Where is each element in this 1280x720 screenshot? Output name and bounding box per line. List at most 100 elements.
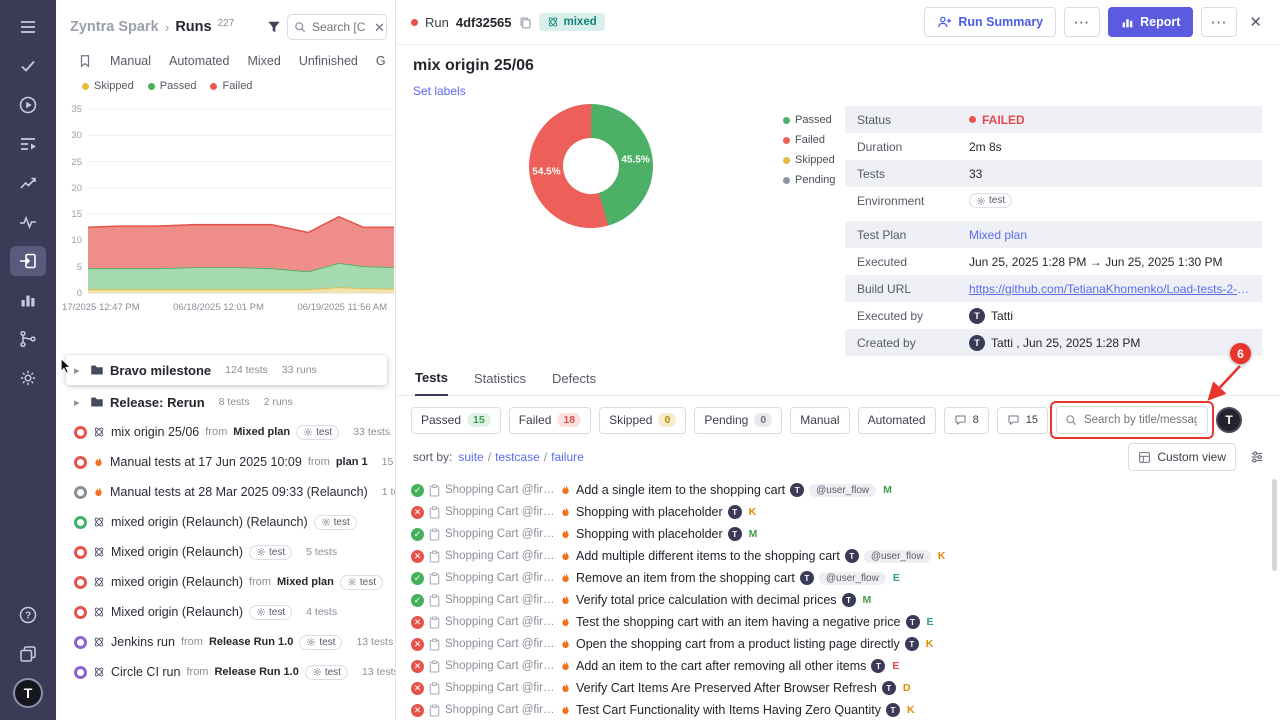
sidebar-search-input[interactable] xyxy=(310,19,370,35)
donut-legend: PassedFailedSkippedPending xyxy=(783,114,835,186)
tests-search-input[interactable] xyxy=(1082,413,1199,427)
sidebar-search[interactable]: ✕ xyxy=(287,14,387,40)
build-url-link[interactable]: https://github.com/TetianaKhomenko/Load-… xyxy=(969,282,1250,296)
filter-chip-pending[interactable]: Pending0 xyxy=(694,407,782,434)
test-row[interactable]: ✕Shopping Cart @first...Shopping with pl… xyxy=(397,501,1280,523)
tree-run-row[interactable]: Manual tests at 17 Jun 2025 10:09frompla… xyxy=(56,447,395,477)
more-options-button[interactable]: ··· xyxy=(1201,7,1237,37)
folder-name: Bravo milestone xyxy=(110,363,211,378)
comments-filter-chip[interactable]: 15 xyxy=(997,407,1048,434)
play-icon[interactable] xyxy=(10,90,46,120)
filter-funnel-icon[interactable] xyxy=(267,20,281,34)
custom-view-button[interactable]: Custom view xyxy=(1128,443,1236,471)
mixed-run-icon xyxy=(93,546,105,558)
trends-icon[interactable] xyxy=(10,168,46,198)
projects-icon[interactable] xyxy=(10,639,46,669)
test-row[interactable]: ✕Shopping Cart @first...Test the shoppin… xyxy=(397,611,1280,633)
legend-dot xyxy=(148,83,155,90)
run-summary-button[interactable]: Run Summary xyxy=(924,7,1056,37)
chevron-right-icon[interactable]: ▸ xyxy=(74,364,84,377)
run-name: Mixed origin (Relaunch) xyxy=(111,545,243,559)
filter-chip-skipped[interactable]: Skipped0 xyxy=(599,407,686,434)
detail-value: Jun 25, 2025 1:28 PM → Jun 25, 2025 1:30… xyxy=(969,255,1250,269)
help-icon[interactable]: ? xyxy=(10,600,46,630)
chevron-right-icon[interactable]: ▸ xyxy=(74,396,84,409)
tree-run-row[interactable]: mixed origin (Relaunch)fromMixed plantes… xyxy=(56,567,395,597)
tests-search[interactable]: 6 xyxy=(1056,406,1208,434)
tree-run-row[interactable]: Manual tests at 28 Mar 2025 09:33 (Relau… xyxy=(56,477,395,507)
scrollbar-thumb[interactable] xyxy=(1272,479,1277,571)
filter-chip-passed[interactable]: Passed15 xyxy=(411,407,501,434)
test-row[interactable]: ✓Shopping Cart @first...Remove an item f… xyxy=(397,567,1280,589)
passed-icon: ✓ xyxy=(411,528,424,541)
project-name[interactable]: Zyntra Spark xyxy=(70,19,159,35)
test-row[interactable]: ✓Shopping Cart @first...Shopping with pl… xyxy=(397,523,1280,545)
test-row[interactable]: ✓Shopping Cart @first...Verify total pri… xyxy=(397,589,1280,611)
sort-link-failure[interactable]: failure xyxy=(551,450,584,464)
tree-folder-row[interactable]: ▸Bravo milestone124 tests33 runs xyxy=(66,355,387,385)
tree-run-row[interactable]: Mixed origin (Relaunch)test5 tests xyxy=(56,537,395,567)
test-plan-link[interactable]: Mixed plan xyxy=(969,228,1027,242)
legend-item: Passed xyxy=(148,80,197,92)
user-avatar[interactable]: T xyxy=(13,678,43,708)
tree-run-row[interactable]: Mixed origin (Relaunch)test4 tests xyxy=(56,597,395,627)
run-tests-count: 15 tests xyxy=(382,456,395,468)
set-labels-link[interactable]: Set labels xyxy=(413,84,466,98)
close-icon[interactable]: ✕ xyxy=(374,21,385,34)
filter-chip-manual[interactable]: Manual xyxy=(790,407,849,434)
tab-defects[interactable]: Defects xyxy=(552,371,596,395)
test-row[interactable]: ✕Shopping Cart @first...Add multiple dif… xyxy=(397,545,1280,567)
more-actions-button[interactable]: ··· xyxy=(1064,7,1100,37)
global-nav: ? T xyxy=(0,0,56,720)
comment-icon xyxy=(1007,414,1020,426)
launches-icon[interactable] xyxy=(10,246,46,276)
test-row[interactable]: ✕Shopping Cart @first...Verify Cart Item… xyxy=(397,677,1280,699)
run-name: Circle CI run xyxy=(111,665,180,679)
filter-chip-automated[interactable]: Automated xyxy=(858,407,936,434)
menu-icon[interactable] xyxy=(10,12,46,42)
runs-icon[interactable] xyxy=(10,129,46,159)
integrations-icon[interactable] xyxy=(10,324,46,354)
comments-filter-chip[interactable]: 8 xyxy=(944,407,989,434)
label-letter: D xyxy=(903,682,911,694)
sidebar-tab-manual[interactable]: Manual xyxy=(110,54,151,68)
tests-icon[interactable] xyxy=(10,51,46,81)
test-row[interactable]: ✕Shopping Cart @first...Open the shoppin… xyxy=(397,633,1280,655)
tree-run-row[interactable]: Jenkins runfromRelease Run 1.0test13 tes… xyxy=(56,627,395,657)
sliders-icon[interactable] xyxy=(1250,450,1264,464)
donut-legend-item: Skipped xyxy=(783,154,835,166)
testcase-icon xyxy=(429,528,440,541)
filter-chip-failed[interactable]: Failed18 xyxy=(509,407,591,434)
environment-chip: test xyxy=(314,515,357,530)
test-row[interactable]: ✕Shopping Cart @first...Add an item to t… xyxy=(397,655,1280,677)
tab-statistics[interactable]: Statistics xyxy=(474,371,526,395)
sidebar-tab-automated[interactable]: Automated xyxy=(169,54,229,68)
sort-link-suite[interactable]: suite xyxy=(458,450,483,464)
milestones-icon[interactable] xyxy=(78,54,92,68)
settings-icon[interactable] xyxy=(10,363,46,393)
mixed-run-icon xyxy=(93,516,105,528)
environment-chip: test xyxy=(299,635,342,650)
close-panel-icon[interactable]: ✕ xyxy=(1245,11,1266,33)
test-row[interactable]: ✕Shopping Cart @first...Test Cart Functi… xyxy=(397,699,1280,720)
suite-name: Shopping Cart @first... xyxy=(445,638,555,650)
tab-tests[interactable]: Tests xyxy=(415,370,448,396)
sidebar-tab-g[interactable]: G xyxy=(376,54,386,68)
filter-label: Automated xyxy=(868,413,926,427)
y-axis-tick: 35 xyxy=(64,104,82,115)
report-button[interactable]: Report xyxy=(1108,7,1193,37)
legend-dot xyxy=(82,83,89,90)
sort-link-testcase[interactable]: testcase xyxy=(495,450,540,464)
assignee-avatar[interactable]: T xyxy=(1216,407,1242,433)
tree-folder-row[interactable]: ▸Release: Rerun8 tests2 runs xyxy=(56,387,395,417)
reports-icon[interactable] xyxy=(10,285,46,315)
tree-run-row[interactable]: Circle CI runfromRelease Run 1.0test13 t… xyxy=(56,657,395,687)
sidebar-tab-unfinished[interactable]: Unfinished xyxy=(299,54,358,68)
tree-run-row[interactable]: mixed origin (Relaunch) (Relaunch)test xyxy=(56,507,395,537)
testcase-icon xyxy=(429,638,440,651)
activity-icon[interactable] xyxy=(10,207,46,237)
test-row[interactable]: ✓Shopping Cart @first...Add a single ite… xyxy=(397,479,1280,501)
sidebar-tab-mixed[interactable]: Mixed xyxy=(247,54,280,68)
tree-run-row[interactable]: mix origin 25/06fromMixed plantest33 tes… xyxy=(56,417,395,447)
copy-icon[interactable] xyxy=(519,16,532,29)
